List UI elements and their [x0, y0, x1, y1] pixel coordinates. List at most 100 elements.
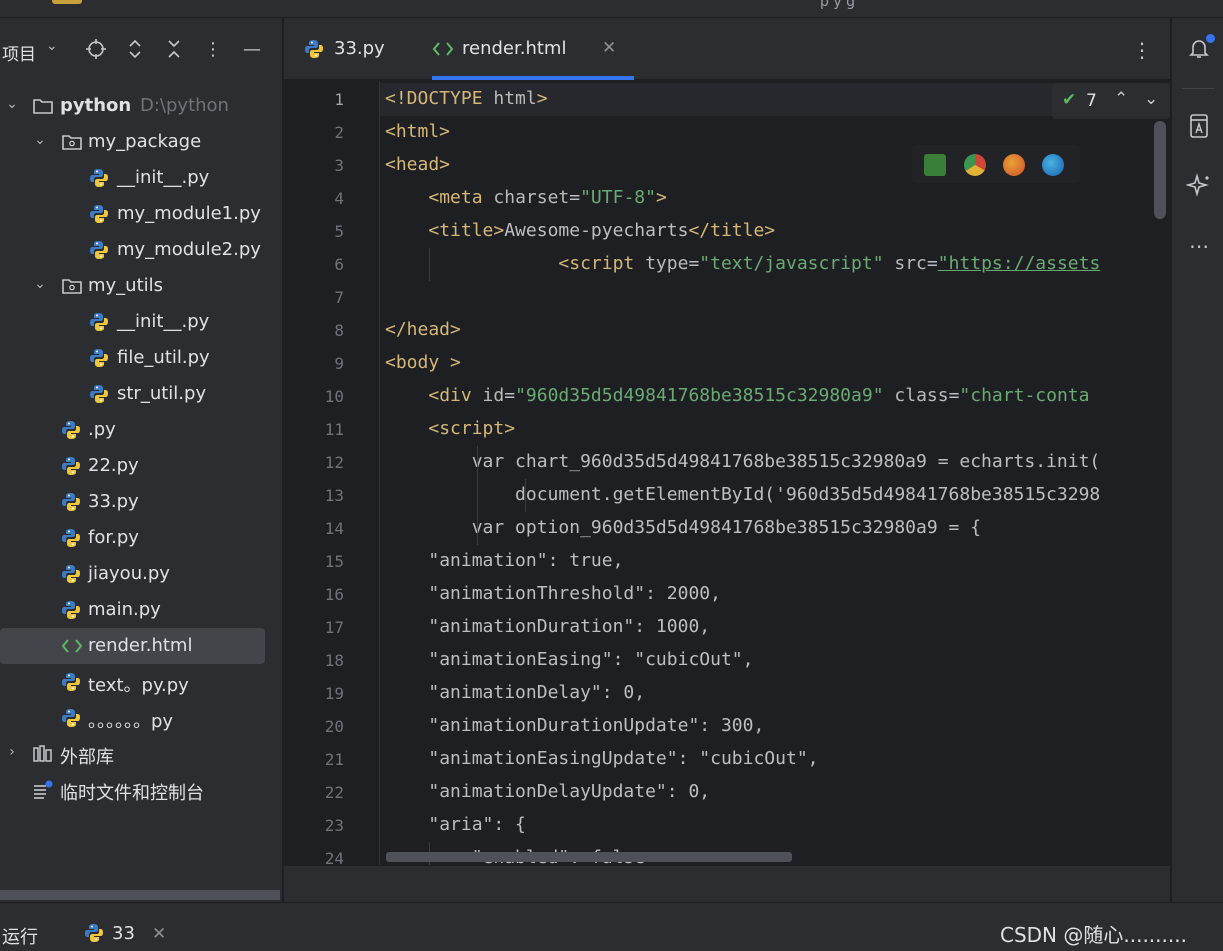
- tree-item[interactable]: jiayou.py: [0, 556, 282, 592]
- code-line[interactable]: "aria": {: [385, 814, 526, 835]
- python-file-icon: [89, 168, 109, 188]
- line-number: 17: [324, 618, 344, 637]
- code-token: Awesome-pyecharts: [504, 220, 689, 241]
- ai-assistant-book-icon[interactable]: [1185, 112, 1213, 140]
- code-line[interactable]: "animationDelayUpdate": 0,: [385, 781, 710, 802]
- editor-tab[interactable]: render.html ✕: [432, 18, 634, 80]
- line-number: 12: [324, 453, 344, 472]
- run-tab-label[interactable]: 33: [112, 923, 135, 944]
- line-number: 13: [324, 486, 344, 505]
- expand-all-icon[interactable]: [122, 36, 148, 62]
- pycharm-browser-icon[interactable]: [924, 154, 946, 176]
- chevron-down-icon[interactable]: ⌄: [32, 132, 48, 150]
- tree-item[interactable]: 22.py: [0, 448, 282, 484]
- tree-item[interactable]: 临时文件和控制台: [0, 772, 282, 808]
- more-options-icon[interactable]: ⋮: [200, 36, 226, 62]
- code-token: html: [493, 88, 537, 109]
- more-horizontal-icon[interactable]: ⋯: [1185, 232, 1213, 260]
- tree-item[interactable]: file_util.py: [0, 340, 282, 376]
- code-token: <title>: [428, 220, 505, 241]
- tree-item[interactable]: ⌄ my_package: [0, 124, 282, 160]
- editor-horizontal-scrollbar[interactable]: [386, 852, 792, 862]
- python-file-icon: [61, 708, 81, 728]
- editor-vertical-scrollbar[interactable]: [1154, 121, 1166, 219]
- code-token: <!DOCTYPE: [385, 88, 494, 109]
- code-line[interactable]: var chart_960d35d5d49841768be38515c32980…: [385, 451, 1101, 472]
- more-options-icon[interactable]: ⋮: [1132, 38, 1152, 62]
- firefox-icon[interactable]: [1003, 154, 1025, 176]
- chevron-right-icon[interactable]: ›: [4, 744, 20, 762]
- code-line[interactable]: var option_960d35d5d49841768be38515c3298…: [385, 517, 981, 538]
- code-line[interactable]: <script>: [385, 418, 515, 439]
- python-file-icon: [61, 456, 81, 476]
- locate-icon[interactable]: [83, 36, 109, 62]
- code-line[interactable]: document.getElementById('960d35d5d498417…: [385, 484, 1100, 505]
- code-editor[interactable]: 1 2 3 4 5 6 7 8 9 10 11 12 13 14 15 16 17 18 19 20 21 22 23 24 …: [284, 81, 1170, 865]
- tree-item[interactable]: 33.py: [0, 484, 282, 520]
- code-token: "animationEasing": "cubicOut",: [428, 649, 754, 670]
- code-line[interactable]: <script type="text/javascript" src="http…: [385, 253, 1100, 274]
- tree-item[interactable]: my_module1.py: [0, 196, 282, 232]
- line-number: 22: [324, 783, 344, 802]
- chevron-down-icon[interactable]: ⌄: [46, 38, 58, 54]
- tree-item[interactable]: render.html: [0, 628, 282, 664]
- line-number: 3: [334, 156, 344, 175]
- chevron-up-icon[interactable]: ⌃: [1114, 89, 1128, 109]
- editor-bottom-area: [284, 865, 1170, 902]
- sparkle-icon[interactable]: [1185, 172, 1213, 200]
- run-tool-bar: 运行 33 ✕ CSDN @随心..........: [0, 902, 1223, 951]
- code-line[interactable]: <div id="960d35d5d49841768be38515c32980a…: [385, 385, 1089, 406]
- chrome-icon[interactable]: [964, 154, 986, 176]
- code-line[interactable]: "animationDurationUpdate": 300,: [385, 715, 764, 736]
- line-number: 16: [324, 585, 344, 604]
- project-horizontal-scrollbar[interactable]: [0, 890, 280, 900]
- code-line[interactable]: </head>: [385, 319, 461, 340]
- project-panel-title[interactable]: 项目: [2, 40, 36, 65]
- close-icon[interactable]: ✕: [152, 924, 166, 944]
- chevron-down-icon[interactable]: ⌄: [32, 276, 48, 294]
- editor-tab[interactable]: 33.py: [304, 18, 414, 80]
- tree-item[interactable]: __init__.py: [0, 304, 282, 340]
- code-token: >: [655, 187, 667, 208]
- code-line[interactable]: "animationEasingUpdate": "cubicOut",: [385, 748, 818, 769]
- tree-item[interactable]: › 外部库: [0, 736, 282, 772]
- code-line[interactable]: <!DOCTYPE html>: [385, 88, 548, 109]
- tree-item[interactable]: str_util.py: [0, 376, 282, 412]
- python-file-icon: [89, 204, 109, 224]
- tree-item[interactable]: text。py.py: [0, 664, 282, 700]
- package-icon: [61, 132, 82, 152]
- package-icon: [61, 276, 82, 296]
- tree-item[interactable]: 。。。。。。py: [0, 700, 282, 736]
- code-line[interactable]: <html>: [385, 121, 450, 142]
- code-token: <body: [385, 352, 451, 373]
- code-token: "animationDurationUpdate": 300,: [428, 715, 765, 736]
- code-line[interactable]: <meta charset="UTF-8">: [385, 187, 667, 208]
- inspection-widget[interactable]: ✔ 7 ⌃ ⌄: [1052, 83, 1170, 119]
- close-icon[interactable]: ✕: [602, 38, 616, 58]
- code-line[interactable]: "animationDuration": 1000,: [385, 616, 710, 637]
- code-token: </head>: [385, 319, 461, 340]
- code-line[interactable]: "animationEasing": "cubicOut",: [385, 649, 753, 670]
- chevron-down-icon[interactable]: ⌄: [4, 96, 20, 114]
- collapse-all-icon[interactable]: [161, 36, 187, 62]
- tree-item[interactable]: main.py: [0, 592, 282, 628]
- chevron-down-icon[interactable]: ⌄: [1144, 89, 1158, 109]
- tree-item[interactable]: __init__.py: [0, 160, 282, 196]
- tree-item[interactable]: my_module2.py: [0, 232, 282, 268]
- edge-icon[interactable]: [1042, 154, 1064, 176]
- code-line[interactable]: "animationThreshold": 2000,: [385, 583, 721, 604]
- run-panel-label[interactable]: 运行: [2, 923, 38, 949]
- code-line[interactable]: <body >: [385, 352, 461, 373]
- tree-item[interactable]: .py: [0, 412, 282, 448]
- code-line[interactable]: "animation": true,: [385, 550, 623, 571]
- code-line[interactable]: <title>Awesome-pyecharts</title>: [385, 220, 775, 241]
- indent-guide: [429, 248, 431, 281]
- code-token: type: [645, 253, 689, 274]
- code-line[interactable]: "animationDelay": 0,: [385, 682, 645, 703]
- tree-item[interactable]: ⌄ my_utils: [0, 268, 282, 304]
- tree-item[interactable]: ⌄ python D:\python: [0, 88, 282, 124]
- minimize-icon[interactable]: —: [239, 36, 265, 62]
- code-line[interactable]: <head>: [385, 154, 450, 175]
- tree-item[interactable]: for.py: [0, 520, 282, 556]
